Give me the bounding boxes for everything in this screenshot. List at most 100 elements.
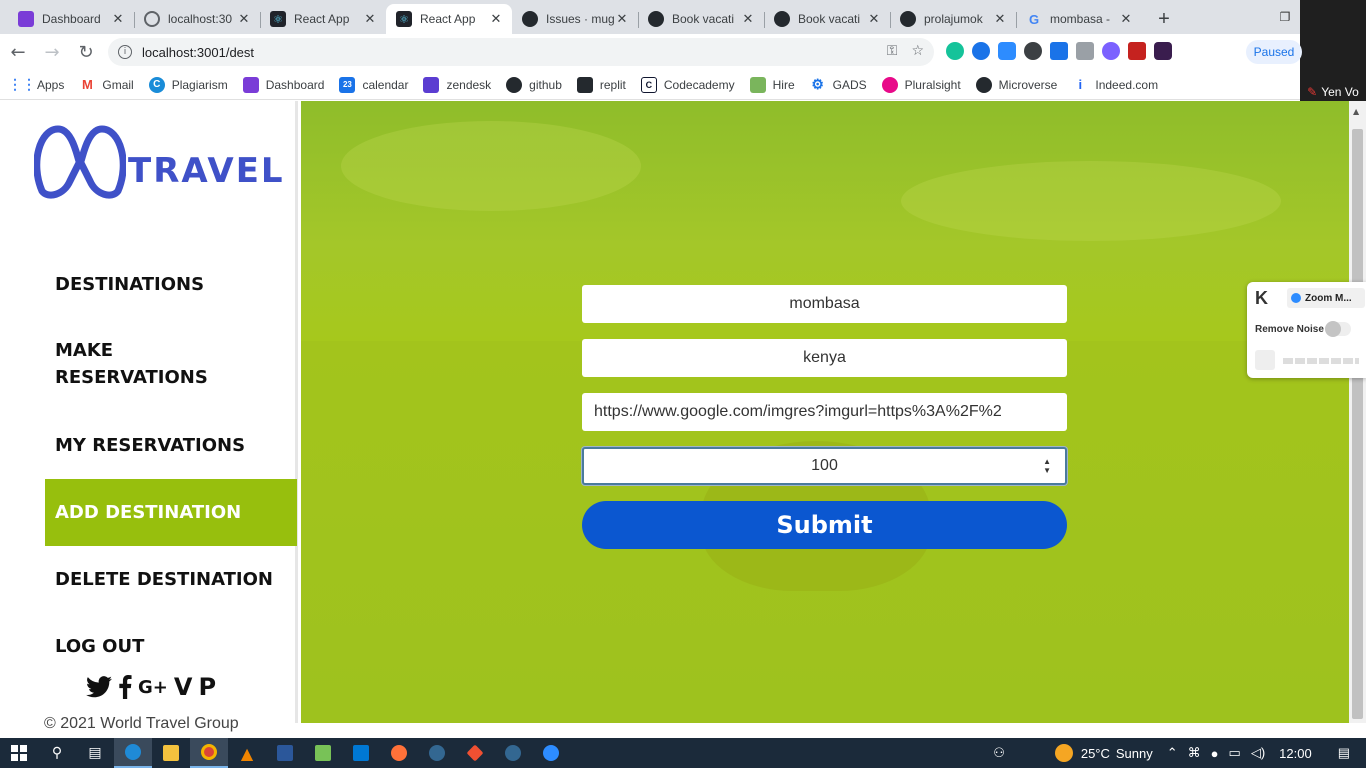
word-icon[interactable] <box>266 738 304 768</box>
postgres-icon[interactable] <box>494 738 532 768</box>
nav-destinations[interactable]: DESTINATIONS <box>45 271 297 298</box>
bookmark-pluralsight[interactable]: Pluralsight <box>881 76 961 93</box>
key-icon[interactable]: ⚿ <box>887 43 898 59</box>
vlc-icon[interactable]: ▲ <box>228 738 266 768</box>
bookmark-gads[interactable]: ⚙ GADS <box>810 76 866 93</box>
profile-paused-button[interactable]: Paused <box>1246 40 1302 64</box>
bookmark-replit[interactable]: replit <box>576 76 626 93</box>
checkmark-extension-icon[interactable] <box>1050 42 1068 60</box>
price-input[interactable]: 100 ▲ ▼ <box>582 447 1067 485</box>
extension-c-icon[interactable] <box>972 42 990 60</box>
bookmark-codecademy[interactable]: C Codecademy <box>640 76 735 93</box>
camera-icon[interactable] <box>1076 42 1094 60</box>
number-spinner[interactable]: ▲ ▼ <box>1043 457 1051 475</box>
browser-tab[interactable]: Book vacati ✕ <box>764 4 890 34</box>
spin-down-icon[interactable]: ▼ <box>1043 466 1051 475</box>
back-arrow-icon[interactable]: ← <box>2 36 34 68</box>
file-explorer-icon[interactable] <box>152 738 190 768</box>
facebook-icon[interactable] <box>118 675 132 699</box>
extension-dark-icon[interactable] <box>1154 42 1172 60</box>
zoom-extension-icon[interactable] <box>998 42 1016 60</box>
extension-notification-icon[interactable] <box>1102 42 1120 60</box>
browser-tab[interactable]: localhost:30 ✕ <box>134 4 260 34</box>
grammarly-icon[interactable] <box>946 42 964 60</box>
bookmark-gmail[interactable]: M Gmail <box>79 77 134 93</box>
firefox-icon[interactable] <box>380 738 418 768</box>
close-tab-icon[interactable]: ✕ <box>740 11 756 27</box>
pinterest-icon[interactable]: P <box>198 673 216 701</box>
forward-arrow-icon[interactable]: → <box>36 36 68 68</box>
browser-tab-active[interactable]: ⚛ React App ✕ <box>386 4 512 34</box>
bookmark-dashboard[interactable]: Dashboard <box>242 76 324 93</box>
bookmark-plagiarism[interactable]: C Plagiarism <box>148 76 228 93</box>
vimeo-icon[interactable]: V <box>174 673 193 701</box>
search-icon[interactable]: ⚲ <box>38 738 76 768</box>
microphone-icon[interactable]: ● <box>1211 746 1219 761</box>
postgres-icon[interactable] <box>418 738 456 768</box>
zoom-app-selector[interactable]: Zoom M... <box>1287 288 1365 308</box>
vscode-icon[interactable] <box>342 738 380 768</box>
browser-tab[interactable]: prolajumok ✕ <box>890 4 1016 34</box>
browser-tab[interactable]: G mombasa - ✕ <box>1016 4 1142 34</box>
info-icon[interactable]: i <box>118 45 132 59</box>
people-icon[interactable]: ⚇ <box>993 745 1005 761</box>
google-plus-icon[interactable]: G+ <box>138 677 168 698</box>
microphone-icon[interactable] <box>1255 350 1275 370</box>
page-scrollbar[interactable]: ▲ <box>1349 101 1366 723</box>
close-tab-icon[interactable]: ✕ <box>614 11 630 27</box>
travel-logo[interactable]: TRAVEL <box>34 123 285 199</box>
git-icon[interactable] <box>456 738 494 768</box>
browser-tab[interactable]: Book vacati ✕ <box>638 4 764 34</box>
country-input[interactable]: kenya <box>582 339 1067 377</box>
close-tab-icon[interactable]: ✕ <box>1118 11 1134 27</box>
bookmark-indeed[interactable]: i Indeed.com <box>1072 77 1159 93</box>
scrollbar-thumb[interactable] <box>1352 129 1363 719</box>
scroll-up-icon[interactable]: ▲ <box>1353 107 1359 116</box>
spin-up-icon[interactable]: ▲ <box>1043 457 1051 466</box>
browser-tab[interactable]: Dashboard ✕ <box>8 4 134 34</box>
twitter-icon[interactable] <box>86 676 112 698</box>
network-icon[interactable]: ▭ <box>1229 745 1241 761</box>
nav-add-destination[interactable]: ADD DESTINATION <box>45 479 297 546</box>
browser-tab[interactable]: ⚛ React App ✕ <box>260 4 386 34</box>
edge-icon[interactable] <box>114 738 152 768</box>
temperature-text[interactable]: 25°C <box>1081 746 1110 761</box>
browser-tab[interactable]: Issues · mug ✕ <box>512 4 638 34</box>
close-tab-icon[interactable]: ✕ <box>236 11 252 27</box>
reload-icon[interactable]: ↻ <box>70 36 102 68</box>
bookmark-zendesk[interactable]: zendesk <box>423 76 491 93</box>
chrome-icon[interactable] <box>190 738 228 768</box>
nav-make-reservations[interactable]: MAKE RESERVATIONS <box>45 337 245 391</box>
notification-center-icon[interactable]: ▤ <box>1338 745 1350 761</box>
close-tab-icon[interactable]: ✕ <box>488 11 504 27</box>
volume-icon[interactable]: ◁) <box>1251 745 1265 761</box>
nav-log-out[interactable]: LOG OUT <box>45 633 297 660</box>
android-studio-icon[interactable] <box>304 738 342 768</box>
task-view-icon[interactable]: ▤ <box>76 738 114 768</box>
zoom-icon[interactable] <box>532 738 570 768</box>
bookmark-apps[interactable]: ⋮⋮ Apps <box>8 76 64 93</box>
bluetooth-icon[interactable]: ⌘ <box>1188 745 1201 761</box>
bookmark-github[interactable]: github <box>506 76 562 93</box>
close-tab-icon[interactable]: ✕ <box>992 11 1008 27</box>
remove-noise-toggle[interactable] <box>1325 321 1351 337</box>
extension-red-icon[interactable] <box>1128 42 1146 60</box>
windows-start-icon[interactable] <box>0 738 38 768</box>
bookmark-calendar[interactable]: 23 calendar <box>339 76 408 93</box>
clock-text[interactable]: 12:00 <box>1279 746 1312 761</box>
restore-window-icon[interactable]: ❐ <box>1270 0 1300 34</box>
nav-delete-destination[interactable]: DELETE DESTINATION <box>45 566 297 593</box>
bookmark-microverse[interactable]: Microverse <box>975 76 1057 93</box>
nav-my-reservations[interactable]: MY RESERVATIONS <box>45 432 297 459</box>
city-input[interactable]: mombasa <box>582 285 1067 323</box>
close-tab-icon[interactable]: ✕ <box>110 11 126 27</box>
weather-text[interactable]: Sunny <box>1116 746 1153 761</box>
image-url-input[interactable]: https://www.google.com/imgres?imgurl=htt… <box>582 393 1067 431</box>
bookmark-star-icon[interactable]: ☆ <box>911 43 924 59</box>
new-tab-button[interactable]: + <box>1150 4 1178 34</box>
close-tab-icon[interactable]: ✕ <box>362 11 378 27</box>
submit-button[interactable]: Submit <box>582 501 1067 549</box>
bookmark-hire[interactable]: Hire <box>749 76 795 93</box>
close-tab-icon[interactable]: ✕ <box>866 11 882 27</box>
chevron-up-icon[interactable]: ⌃ <box>1167 745 1178 761</box>
